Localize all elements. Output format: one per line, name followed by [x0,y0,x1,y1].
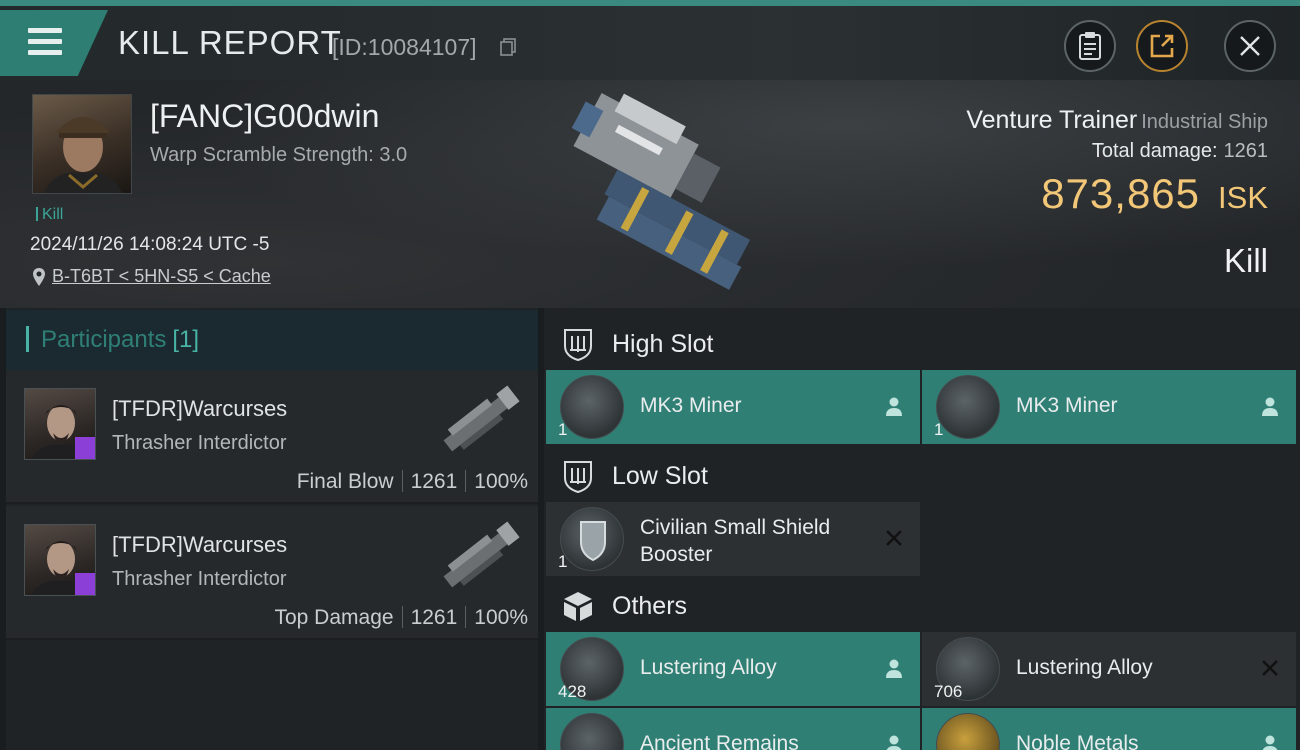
item-name: MK3 Miner [640,394,742,417]
low-slot-icon [564,461,592,494]
item-quantity: 1 [558,420,568,439]
location-link[interactable]: B-T6BT < 5HN-S5 < Cache [52,266,271,287]
participant-stats: Final Blow 1261 100% [297,470,528,494]
participant-role: Final Blow [296,470,394,493]
person-icon [886,397,902,416]
isk-value: 873,865 [1041,170,1201,217]
fitting-item[interactable]: Ancient Remains [546,708,920,750]
item-name: Ancient Remains [640,732,799,750]
fitting-panel: High Slot 1 MK3 Miner 1 MK3 Miner Low Sl… [544,308,1300,750]
close-icon [1240,36,1260,56]
fitting-item[interactable]: 1 MK3 Miner [922,370,1296,444]
ancient-remains-icon [560,713,624,750]
participant-damage: 1261 [410,470,458,493]
corp-badge-icon [75,573,95,595]
person-icon [1262,397,1278,416]
kill-location[interactable]: B-T6BT < 5HN-S5 < Cache [32,266,271,287]
item-name: Lustering Alloy [1016,656,1153,679]
location-pin-icon [33,267,45,286]
participants-count: [1] [172,326,200,353]
fitting-item[interactable]: 428 Lustering Alloy [546,632,920,706]
share-button[interactable] [1136,20,1188,72]
noble-metals-icon [936,713,1000,750]
high-slot-header: High Slot [544,312,1300,374]
fitting-item[interactable]: 1 MK3 Miner [546,370,920,444]
item-name: MK3 Miner [1016,394,1118,417]
participant-ship-image [443,521,520,588]
ship-render-image [571,93,751,290]
person-icon [886,735,902,750]
item-quantity: 1 [558,552,568,571]
participant-damage: 1261 [410,606,458,629]
victim-name[interactable]: [FANC]G00dwin [150,98,379,135]
fitting-item[interactable]: 1 Civilian Small Shield Booster [546,502,920,576]
cargo-box-icon [564,592,592,621]
participants-header: Participants [1] [6,310,538,370]
ship-name-row: Venture Trainer Industrial Ship [966,106,1268,135]
kill-summary-panel: [FANC]G00dwin Warp Scramble Strength: 3.… [0,80,1300,308]
miner-module-icon [936,375,1000,439]
fitting-item[interactable]: 706 Lustering Alloy [922,632,1296,706]
participant-ship-image [443,385,520,452]
item-name-line2: Booster [640,543,713,566]
character-portrait-icon [43,117,123,193]
participant-percent: 100% [474,470,528,493]
participant-name[interactable]: [TFDR]Warcurses [112,396,287,422]
victim-portrait[interactable] [32,94,132,194]
total-damage-value: 1261 [1223,140,1269,162]
high-slot-icon [564,329,592,362]
total-damage: Total damage: 1261 [1092,140,1268,163]
high-slot-label: High Slot [612,330,714,358]
participants-panel: Participants [1] [TFDR]Warcurses Thrasher… [6,308,538,750]
kill-datetime: 2024/11/26 14:08:24 UTC -5 [30,234,270,255]
menu-button[interactable] [0,10,108,76]
participant-ship: Thrasher Interdictor [112,432,287,454]
others-label: Others [612,592,688,620]
low-slot-label: Low Slot [612,462,708,490]
miner-module-icon [560,375,624,439]
isk-value-row: 873,865 ISK [1041,170,1268,218]
person-icon [1262,735,1278,750]
clipboard-button[interactable] [1064,20,1116,72]
participant-portrait[interactable] [24,388,96,460]
fitting-item[interactable]: Noble Metals [922,708,1296,750]
participant-row[interactable]: [TFDR]Warcurses Thrasher Interdictor Top… [6,506,538,640]
participant-portrait[interactable] [24,524,96,596]
participant-role: Top Damage [274,606,394,629]
item-name: Noble Metals [1016,732,1139,750]
item-quantity: 428 [558,682,587,701]
header-bar: KILL REPORT [ID:10084107] [0,6,1300,80]
participant-ship: Thrasher Interdictor [112,568,287,590]
clipboard-icon [1079,32,1101,60]
participant-row[interactable]: [TFDR]Warcurses Thrasher Interdictor Fin… [6,370,538,504]
report-id: [ID:10084107] [332,34,477,60]
item-name-line1: Civilian Small Shield [640,516,831,539]
others-header: Others [544,574,1300,636]
isk-unit: ISK [1218,180,1268,215]
participant-percent: 100% [474,606,528,629]
warp-scramble-strength: Warp Scramble Strength: 3.0 [150,144,408,166]
kill-tag: Kill [36,206,63,224]
kill-result: Kill [1223,242,1268,279]
item-name: Civilian Small Shield Booster [640,514,830,568]
participant-name[interactable]: [TFDR]Warcurses [112,532,287,558]
ship-class: Industrial Ship [1141,111,1268,133]
total-damage-label: Total damage: [1091,140,1218,162]
share-icon [1150,34,1174,58]
destroyed-x-icon [1262,660,1278,676]
ship-name[interactable]: Venture Trainer [966,106,1137,134]
participants-label: Participants [41,326,167,353]
copy-icon[interactable] [500,38,516,56]
item-quantity: 1 [934,420,944,439]
destroyed-x-icon [886,530,902,546]
close-button[interactable] [1224,20,1276,72]
shield-booster-icon [560,507,624,571]
item-name: Lustering Alloy [640,656,777,679]
person-icon [886,659,902,678]
corp-badge-icon [75,437,95,459]
page-title: KILL REPORT [118,24,342,61]
participant-stats: Top Damage 1261 100% [274,606,528,630]
low-slot-header: Low Slot [544,444,1300,506]
item-quantity: 706 [934,682,963,701]
